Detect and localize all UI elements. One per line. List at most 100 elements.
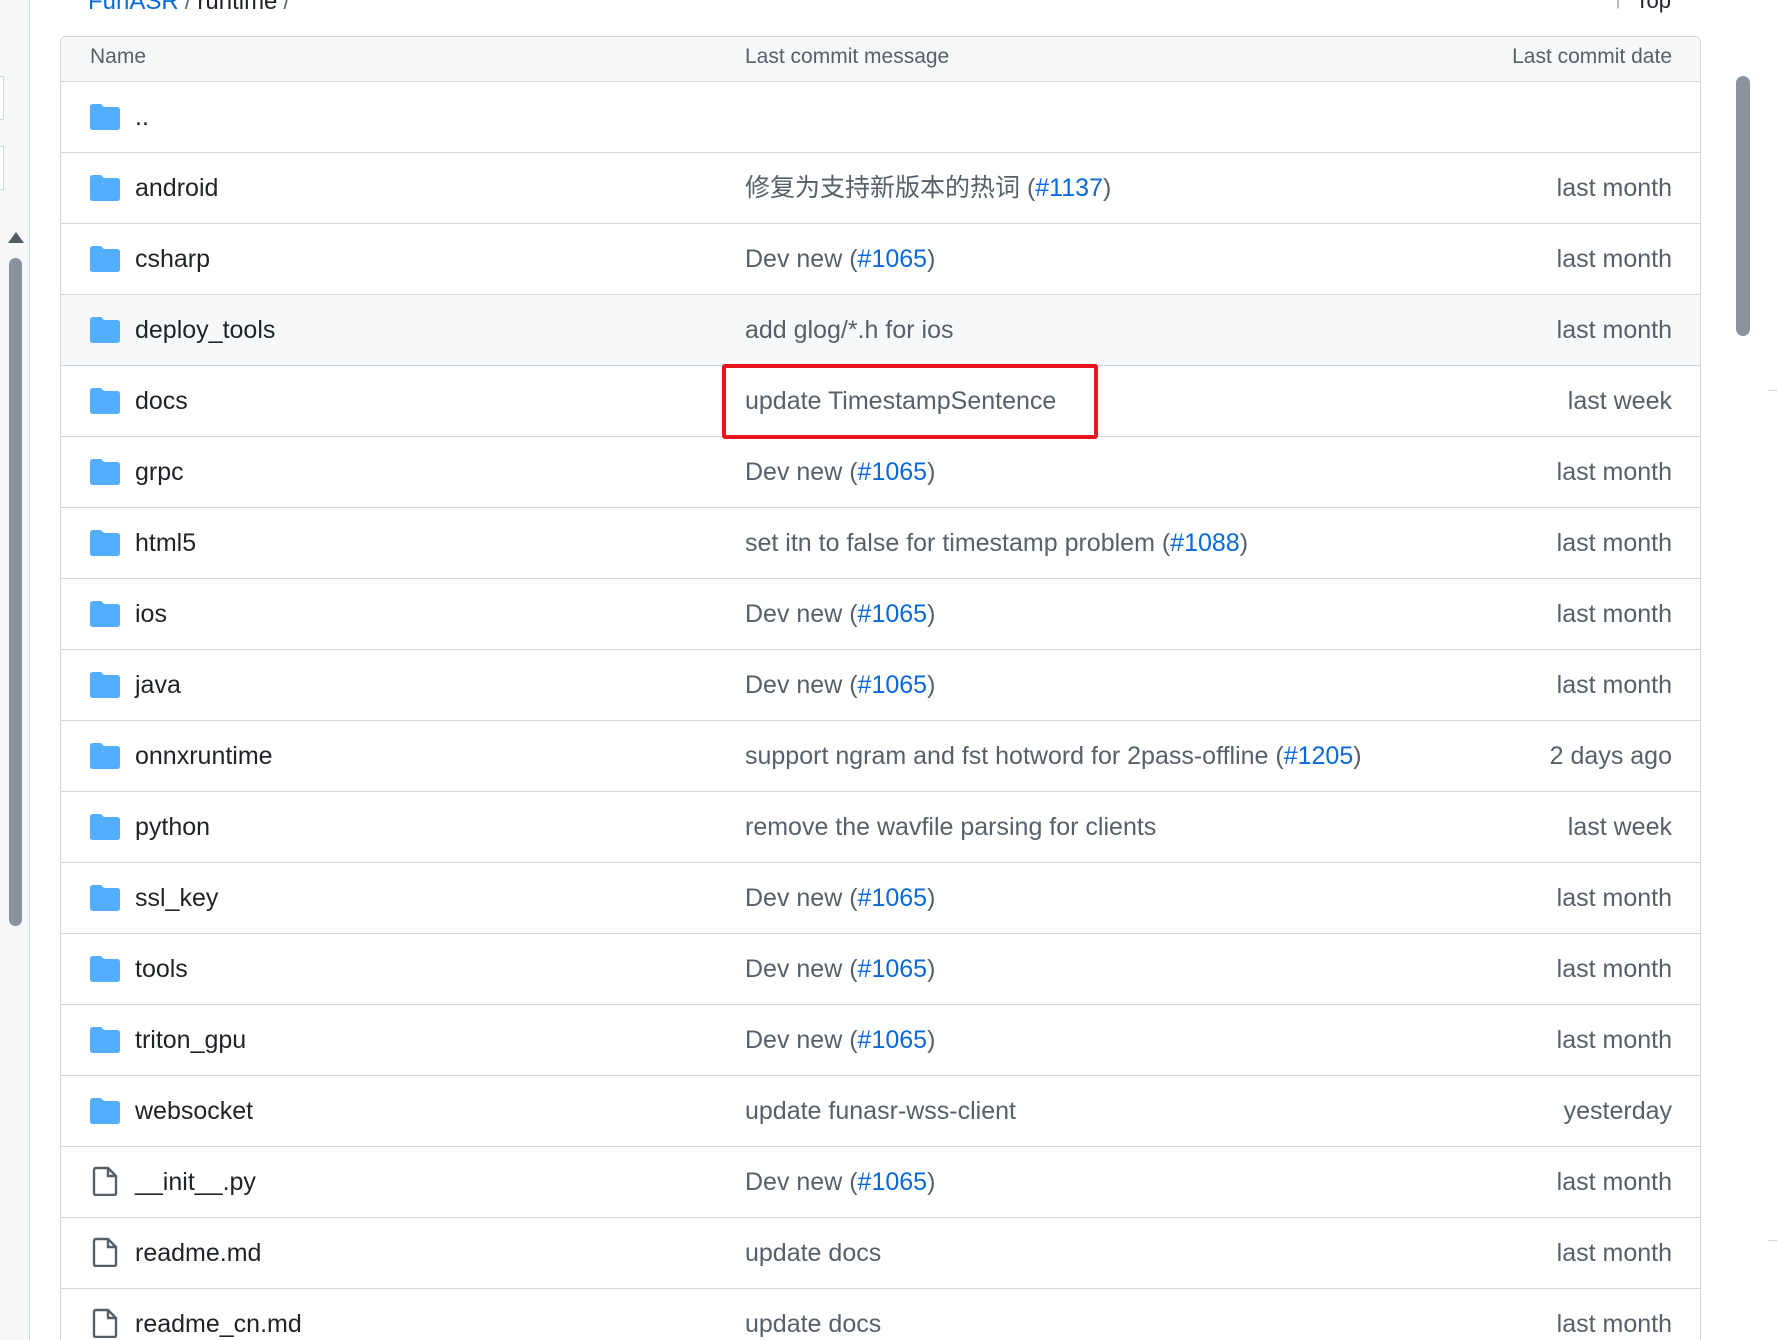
table-row[interactable]: grpc Dev new (#1065) last month <box>61 437 1700 508</box>
commit-message[interactable]: update funasr-wss-client <box>745 1076 1016 1147</box>
commit-date[interactable]: last week <box>1568 366 1672 437</box>
commit-message-text[interactable]: support ngram and fst hotword for 2pass-… <box>745 742 1284 770</box>
commit-message-text[interactable]: add glog/*.h for ios <box>745 316 953 344</box>
commit-message-text[interactable]: set itn to false for timestamp problem ( <box>745 529 1170 557</box>
table-row[interactable]: triton_gpu Dev new (#1065) last month <box>61 1005 1700 1076</box>
scroll-up-arrow-icon[interactable] <box>8 232 24 243</box>
commit-message[interactable]: Dev new (#1065) <box>745 934 935 1005</box>
commit-message[interactable]: Dev new (#1065) <box>745 579 935 650</box>
pull-request-link[interactable]: #1065 <box>858 600 928 628</box>
pull-request-link[interactable]: #1065 <box>858 884 928 912</box>
commit-message[interactable]: update TimestampSentence <box>745 366 1056 437</box>
file-name-link[interactable]: csharp <box>135 224 210 295</box>
commit-message[interactable]: remove the wavfile parsing for clients <box>745 792 1156 863</box>
parent-directory-row[interactable]: .. <box>61 82 1700 153</box>
commit-message-text[interactable]: Dev new ( <box>745 1026 858 1054</box>
commit-message-text[interactable]: update funasr-wss-client <box>745 1097 1016 1125</box>
commit-message-text[interactable]: Dev new ( <box>745 245 858 273</box>
commit-message-text[interactable]: update docs <box>745 1310 881 1338</box>
commit-date[interactable]: last month <box>1557 1218 1672 1289</box>
table-row[interactable]: python remove the wavfile parsing for cli… <box>61 792 1700 863</box>
commit-message[interactable]: add glog/*.h for ios <box>745 295 953 366</box>
commit-message-text[interactable]: Dev new ( <box>745 884 858 912</box>
file-name-link[interactable]: android <box>135 153 218 224</box>
commit-message-text[interactable]: Dev new ( <box>745 955 858 983</box>
commit-message-text[interactable]: update docs <box>745 1239 881 1267</box>
pull-request-link[interactable]: #1088 <box>1170 529 1240 557</box>
commit-message-text[interactable]: update TimestampSentence <box>745 387 1056 415</box>
table-row[interactable]: __init__.py Dev new (#1065) last month <box>61 1147 1700 1218</box>
commit-date[interactable]: last month <box>1557 934 1672 1005</box>
top-link[interactable]: ↑ Top <box>1613 0 1671 14</box>
breadcrumb-repo-link[interactable]: FunASR <box>88 0 179 15</box>
commit-date[interactable]: last month <box>1557 1289 1672 1340</box>
table-row[interactable]: readme.md update docs last month <box>61 1218 1700 1289</box>
pull-request-link[interactable]: #1065 <box>858 458 928 486</box>
commit-date[interactable]: last month <box>1557 295 1672 366</box>
pull-request-link[interactable]: #1065 <box>858 955 928 983</box>
commit-date[interactable]: last month <box>1557 650 1672 721</box>
left-pane-tab[interactable] <box>0 76 4 120</box>
table-row[interactable]: ios Dev new (#1065) last month <box>61 579 1700 650</box>
commit-message[interactable]: 修复为支持新版本的热词 (#1137) <box>745 153 1111 224</box>
table-row[interactable]: readme_cn.md update docs last month <box>61 1289 1700 1340</box>
commit-date[interactable]: last month <box>1557 1147 1672 1218</box>
table-row[interactable]: onnxruntime support ngram and fst hotword… <box>61 721 1700 792</box>
commit-message[interactable]: Dev new (#1065) <box>745 1005 935 1076</box>
file-name-link[interactable]: __init__.py <box>135 1147 256 1218</box>
file-name-link[interactable]: readme.md <box>135 1218 261 1289</box>
pull-request-link[interactable]: #1065 <box>858 1026 928 1054</box>
file-name-link[interactable]: onnxruntime <box>135 721 273 792</box>
pull-request-link[interactable]: #1137 <box>1035 174 1103 202</box>
commit-date[interactable]: last month <box>1557 508 1672 579</box>
commit-date[interactable]: last month <box>1557 1005 1672 1076</box>
commit-message[interactable]: set itn to false for timestamp problem (… <box>745 508 1248 579</box>
commit-message[interactable]: Dev new (#1065) <box>745 1147 935 1218</box>
commit-message[interactable]: update docs <box>745 1289 881 1340</box>
commit-message-text[interactable]: Dev new ( <box>745 671 858 699</box>
pull-request-link[interactable]: #1065 <box>858 1168 928 1196</box>
parent-directory-link[interactable]: .. <box>135 82 149 153</box>
file-name-link[interactable]: java <box>135 650 181 721</box>
pull-request-link[interactable]: #1065 <box>858 671 928 699</box>
table-row[interactable]: docs update TimestampSentence last week <box>61 366 1700 437</box>
commit-date[interactable]: last month <box>1557 579 1672 650</box>
commit-message[interactable]: Dev new (#1065) <box>745 863 935 934</box>
commit-date[interactable]: yesterday <box>1564 1076 1672 1147</box>
table-row[interactable]: java Dev new (#1065) last month <box>61 650 1700 721</box>
commit-message-text[interactable]: remove the wavfile parsing for clients <box>745 813 1156 841</box>
table-row[interactable]: deploy_tools add glog/*.h for ios last mon… <box>61 295 1700 366</box>
table-row[interactable]: html5 set itn to false for timestamp prob… <box>61 508 1700 579</box>
page-scrollbar-thumb[interactable] <box>1736 76 1750 336</box>
commit-date[interactable]: last month <box>1557 437 1672 508</box>
commit-date[interactable]: last week <box>1568 792 1672 863</box>
table-row[interactable]: tools Dev new (#1065) last month <box>61 934 1700 1005</box>
file-name-link[interactable]: triton_gpu <box>135 1005 246 1076</box>
file-name-link[interactable]: deploy_tools <box>135 295 275 366</box>
commit-message-text[interactable]: Dev new ( <box>745 1168 858 1196</box>
commit-date[interactable]: last month <box>1557 153 1672 224</box>
file-name-link[interactable]: readme_cn.md <box>135 1289 302 1340</box>
table-row[interactable]: csharp Dev new (#1065) last month <box>61 224 1700 295</box>
commit-message-text[interactable]: 修复为支持新版本的热词 ( <box>745 174 1035 202</box>
left-pane-tab[interactable] <box>0 146 4 190</box>
commit-message[interactable]: Dev new (#1065) <box>745 650 935 721</box>
pull-request-link[interactable]: #1065 <box>858 245 928 273</box>
file-name-link[interactable]: python <box>135 792 210 863</box>
table-row[interactable]: android 修复为支持新版本的热词 (#1137) last month <box>61 153 1700 224</box>
left-scrollbar-thumb[interactable] <box>9 258 22 926</box>
file-name-link[interactable]: tools <box>135 934 188 1005</box>
commit-message[interactable]: Dev new (#1065) <box>745 437 935 508</box>
file-name-link[interactable]: docs <box>135 366 188 437</box>
commit-message-text[interactable]: Dev new ( <box>745 458 858 486</box>
commit-message[interactable]: Dev new (#1065) <box>745 224 935 295</box>
commit-date[interactable]: last month <box>1557 863 1672 934</box>
file-name-link[interactable]: html5 <box>135 508 196 579</box>
commit-date[interactable]: last month <box>1557 224 1672 295</box>
table-row[interactable]: ssl_key Dev new (#1065) last month <box>61 863 1700 934</box>
commit-message[interactable]: support ngram and fst hotword for 2pass-… <box>745 721 1362 792</box>
pull-request-link[interactable]: #1205 <box>1284 742 1354 770</box>
commit-date[interactable]: 2 days ago <box>1550 721 1672 792</box>
table-row[interactable]: websocket update funasr-wss-client yesterd… <box>61 1076 1700 1147</box>
file-name-link[interactable]: grpc <box>135 437 184 508</box>
